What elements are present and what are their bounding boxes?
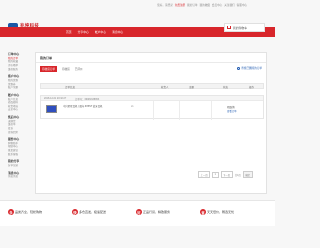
promise-icon: 好 (136, 209, 142, 215)
order-row: 2018-12-01 20:32:27 订单号：69081638653 中兴星星… (40, 95, 264, 120)
promise-icon: 多 (8, 209, 14, 215)
divider (211, 101, 212, 120)
order-row-header: 2018-12-01 20:32:27 订单号：69081638653 (41, 96, 263, 101)
nav-account-center[interactable]: 帐户中心 (95, 30, 106, 34)
favorites-link[interactable]: 我的收藏 (200, 3, 210, 7)
deleted-orders-link[interactable]: 查找已删除的订单 (237, 66, 262, 70)
column-header: 金额 (189, 86, 195, 90)
column-header: 收货人 (161, 86, 169, 90)
promise-icon: 快 (72, 209, 78, 215)
next-page-button[interactable]: 下一页 (220, 171, 233, 178)
my-orders-link[interactable]: 我的订单 (187, 3, 197, 7)
order-date: 2018-12-01 20:32:27 (44, 97, 67, 100)
sidebar-group-title: 客户中心 (8, 74, 20, 79)
nav-message-center[interactable]: 消息中心 (112, 30, 123, 34)
nav-home[interactable]: 首页 (66, 30, 72, 34)
sidebar-group-account: 账户中心 账户信息 修改密码 收货地址 安全中心 (8, 93, 34, 112)
cart-icon (227, 26, 231, 29)
pagination: 上一页 1 下一页 共1页 确定 (198, 171, 253, 178)
sidebar-group-messages: 消息中心 系统消息 (8, 171, 34, 179)
page-total: 共1页 (234, 173, 241, 177)
sidebar-group-title: 账户中心 (8, 92, 20, 97)
go-button[interactable]: 确定 (242, 171, 253, 178)
tab-pending-orders[interactable]: 待收货订单 (40, 66, 57, 72)
promise-item: 多 品类齐全，轻松购物 (8, 209, 42, 215)
top-utility-bar: 您好，请登录 免费注册 我的订单 我的收藏 会员中心 关注我们 客服中心 (0, 0, 275, 10)
order-tabs: 待收货订单 待收货 已评价 (40, 66, 83, 72)
account-sidebar: 订单中心 我的订单 我的收藏 评价晒单 维修服务 客户中心 我的优惠 优惠券 账… (8, 52, 34, 198)
sidebar-group-orders: 订单中心 我的订单 我的收藏 评价晒单 维修服务 (8, 52, 34, 71)
promise-text: 天天低价，畅选无忧 (207, 210, 235, 214)
orders-panel: 我的订单 待收货订单 待收货 已评价 查找已删除的订单 订单信息 收货人 金额 … (35, 52, 267, 194)
prev-page-button[interactable]: 上一页 (198, 171, 211, 178)
sidebar-item[interactable]: 安全中心 (8, 108, 34, 112)
sidebar-item[interactable]: 咨询回复 (8, 131, 34, 135)
recycle-icon (237, 66, 241, 70)
sidebar-group-title: 订单中心 (8, 52, 20, 56)
promise-item: 好 正品行货，精致服务 (136, 209, 170, 215)
cart-button[interactable]: 我的购物车 (224, 23, 265, 32)
view-order-link[interactable]: 查看订单 (227, 109, 237, 113)
panel-header: 我的订单 (36, 53, 266, 63)
service-promise-bar: 多 品类齐全，轻松购物 快 多仓直发，极速配送 好 正品行货，精致服务 省 天天… (0, 200, 275, 226)
sidebar-group-share: 我的分享 分享记录 (8, 159, 34, 167)
sidebar-item[interactable]: 维修服务 (8, 68, 34, 72)
divider (153, 101, 154, 120)
login-link[interactable]: 您好，请登录 (157, 3, 173, 7)
promise-item: 省 天天低价，畅选无忧 (200, 209, 234, 215)
top-links: 您好，请登录 免费注册 我的订单 我的收藏 会员中心 关注我们 客服中心 (157, 3, 247, 7)
follow-us-link[interactable]: 关注我们 (224, 3, 234, 7)
sidebar-group-aftersale: 售后中心 退换货 维修单 投诉 咨询回复 (8, 115, 34, 134)
tab-reviewed[interactable]: 已评价 (75, 67, 83, 71)
nav-share-center[interactable]: 分享中心 (78, 30, 89, 34)
order-number: 订单号：69081638653 (75, 98, 100, 101)
promise-item: 快 多仓直发，极速配送 (72, 209, 106, 215)
page-number-button[interactable]: 1 (212, 171, 219, 178)
column-header: 操作 (249, 86, 255, 90)
sidebar-group-title: 我的分享 (8, 159, 20, 164)
column-header: 状态 (223, 86, 229, 90)
page-title: 我的订单 (40, 55, 53, 60)
divider (179, 101, 180, 120)
product-quantity: x1 (131, 105, 134, 108)
customer-service-link[interactable]: 客服中心 (237, 3, 247, 7)
member-center-link[interactable]: 会员中心 (212, 3, 222, 7)
column-header: 订单信息 (65, 86, 76, 90)
tab-to-receive[interactable]: 待收货 (62, 67, 70, 71)
product-thumbnail[interactable] (46, 105, 57, 113)
promise-text: 品类齐全，轻松购物 (15, 210, 43, 214)
sidebar-item[interactable]: 系统消息 (8, 175, 34, 179)
deleted-orders-label: 查找已删除的订单 (241, 67, 262, 70)
cart-label: 我的购物车 (233, 25, 247, 30)
sidebar-item[interactable]: 分享记录 (8, 164, 34, 168)
sidebar-item[interactable]: 联系客服 (8, 153, 34, 157)
promise-text: 正品行货，精致服务 (143, 210, 171, 214)
promise-text: 多仓直发，极速配送 (79, 210, 107, 214)
sidebar-group-customer: 客户中心 我的优惠 优惠券 账户余额 (8, 74, 34, 90)
sidebar-group-title: 服务中心 (8, 137, 20, 142)
sidebar-item[interactable]: 账户余额 (8, 86, 34, 90)
product-name[interactable]: 中兴星星耳机 | 双向 ZX5ST 蓝牙耳机 (63, 105, 113, 108)
register-link[interactable]: 免费注册 (175, 3, 185, 7)
sidebar-group-service: 服务中心 购物助手 帮助中心 意见建议 联系客服 (8, 137, 34, 156)
orders-table-header: 订单信息 收货人 金额 状态 操作 (40, 83, 264, 89)
sidebar-group-title: 售后中心 (8, 114, 20, 119)
promise-icon: 省 (200, 209, 206, 215)
